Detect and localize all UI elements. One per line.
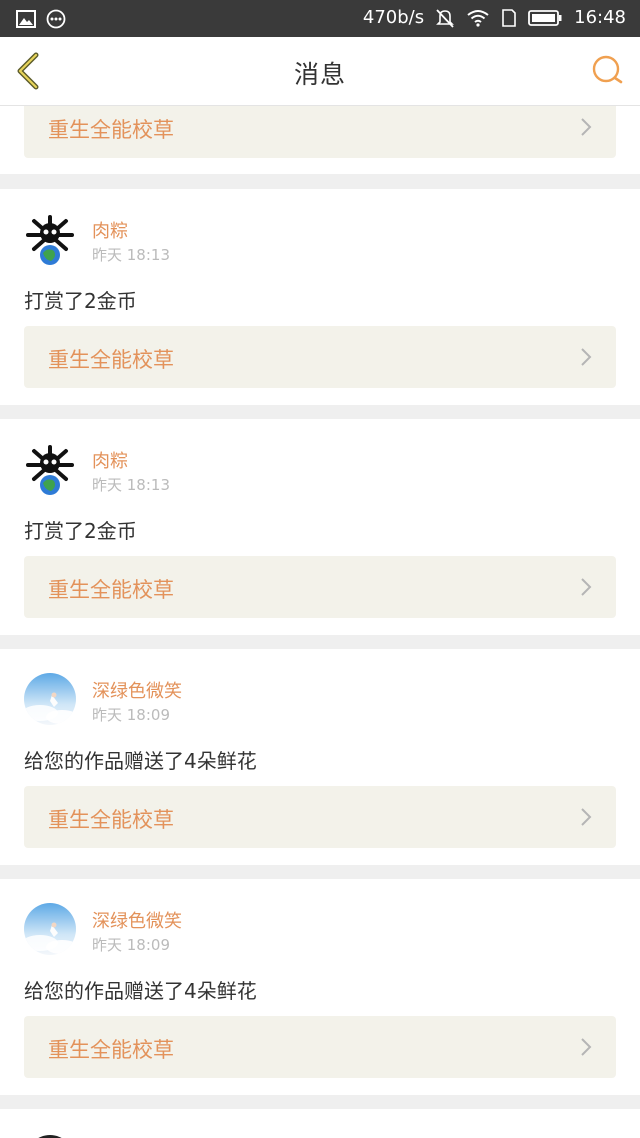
message-card: 深绿色微笑 昨天 18:09 给您的作品赠送了4朵鲜花 重生全能校草 — [0, 879, 640, 1095]
message-text: 打赏了2金币 — [24, 289, 137, 313]
work-title: 重生全能校草 — [48, 578, 174, 602]
work-link[interactable]: 重生全能校草 — [24, 1016, 616, 1078]
avatar[interactable] — [24, 903, 76, 955]
chevron-right-icon — [581, 118, 592, 136]
sim-icon — [502, 9, 516, 27]
username[interactable]: 肉粽 — [92, 217, 128, 243]
work-link[interactable]: 重生全能校草 — [24, 786, 616, 848]
search-button[interactable] — [590, 53, 626, 89]
work-link[interactable]: 重生全能校草 — [24, 326, 616, 388]
avatar[interactable] — [24, 673, 76, 725]
skull-globe-avatar-icon — [24, 213, 76, 265]
work-title: 重生全能校草 — [48, 1038, 174, 1062]
work-link[interactable]: 重生全能校草 — [24, 106, 616, 158]
status-right-icons: 470b/s 16:48 — [363, 7, 626, 29]
username[interactable]: 深绿色微笑 — [92, 907, 182, 933]
message-text: 打赏了2金币 — [24, 519, 137, 543]
work-title: 重生全能校草 — [48, 348, 174, 372]
more-icon — [46, 9, 66, 29]
work-title: 重生全能校草 — [48, 118, 174, 142]
message-text: 给您的作品赠送了4朵鲜花 — [24, 749, 257, 773]
chevron-right-icon — [581, 808, 592, 826]
skull-globe-avatar-icon — [24, 443, 76, 495]
work-title: 重生全能校草 — [48, 808, 174, 832]
avatar[interactable] — [24, 443, 76, 495]
network-speed: 470b/s — [362, 7, 425, 28]
avatar[interactable] — [24, 1133, 76, 1138]
message-card: 肉粽 昨天 18:13 打赏了2金币 重生全能校草 — [0, 189, 640, 405]
nav-bar: 消息 — [0, 37, 640, 106]
chevron-right-icon — [581, 578, 592, 596]
wifi-icon — [467, 10, 489, 27]
search-icon — [592, 55, 623, 84]
sky-photo-avatar-icon — [24, 673, 76, 725]
username[interactable]: 肉粽 — [92, 447, 128, 473]
timestamp: 昨天 18:13 — [92, 246, 170, 264]
battery-icon — [528, 10, 562, 26]
sky-photo-avatar-icon — [24, 903, 76, 955]
chevron-right-icon — [581, 348, 592, 366]
clock: 16:48 — [574, 7, 626, 28]
message-card: 肉粽 昨天 18:13 打赏了2金币 重生全能校草 — [0, 419, 640, 635]
status-bar: 470b/s 16:48 — [0, 0, 640, 37]
timestamp: 昨天 18:09 — [92, 706, 170, 724]
username[interactable]: 深绿色微笑 — [92, 677, 182, 703]
message-card-partial: 重生全能校草 — [0, 106, 640, 174]
message-text: 给您的作品赠送了4朵鲜花 — [24, 979, 257, 1003]
avatar-icon — [24, 1133, 76, 1138]
image-icon — [16, 10, 36, 28]
timestamp: 昨天 18:13 — [92, 476, 170, 494]
avatar[interactable] — [24, 213, 76, 265]
chevron-right-icon — [581, 1038, 592, 1056]
message-card: 深绿色微笑 昨天 18:09 给您的作品赠送了4朵鲜花 重生全能校草 — [0, 649, 640, 865]
mute-icon — [436, 9, 455, 28]
status-left-icons — [16, 9, 66, 29]
timestamp: 昨天 18:09 — [92, 936, 170, 954]
work-link[interactable]: 重生全能校草 — [24, 556, 616, 618]
page-title: 消息 — [293, 60, 346, 89]
message-feed[interactable]: 重生全能校草 肉粽 昨天 18:13 打赏了2金币 重生全能校草 肉粽 昨天 1… — [0, 106, 640, 1138]
message-card-partial — [0, 1109, 640, 1138]
